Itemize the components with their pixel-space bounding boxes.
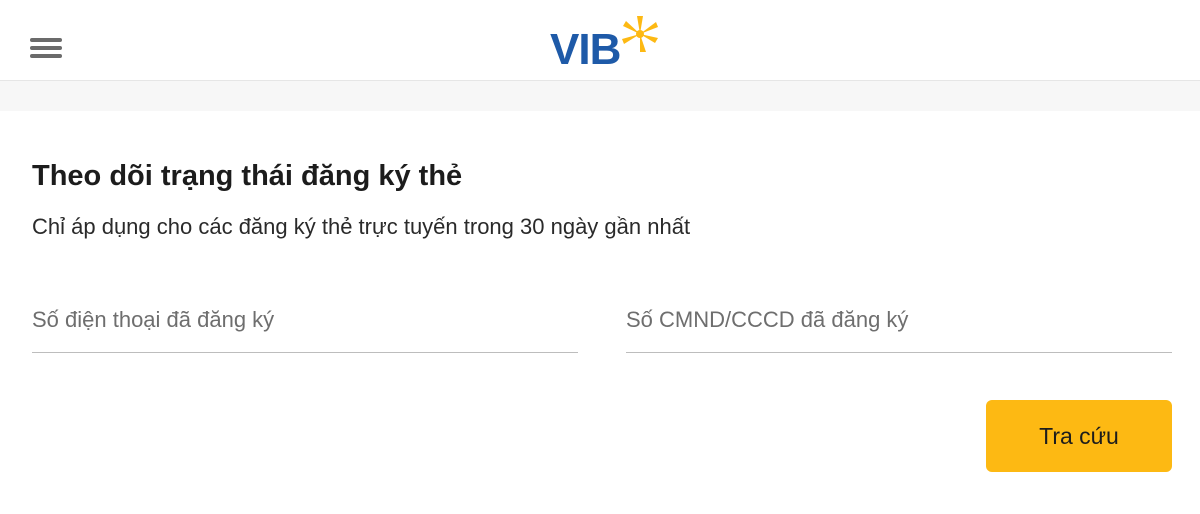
menu-line bbox=[30, 54, 62, 58]
id-number-input[interactable] bbox=[626, 300, 1172, 340]
logo-text: VIB bbox=[550, 25, 621, 74]
id-field-wrapper bbox=[626, 292, 1172, 353]
page-title: Theo dõi trạng thái đăng ký thẻ bbox=[32, 160, 463, 192]
search-button[interactable]: Tra cứu bbox=[986, 400, 1172, 472]
vib-logo[interactable]: VIB bbox=[548, 12, 660, 72]
header-divider-band bbox=[0, 81, 1200, 111]
top-header: VIB bbox=[0, 0, 1200, 81]
phone-field-wrapper bbox=[32, 292, 578, 353]
phone-number-input[interactable] bbox=[32, 300, 578, 340]
menu-line bbox=[30, 46, 62, 50]
logo-star-icon bbox=[622, 16, 658, 52]
hamburger-menu-icon[interactable] bbox=[30, 38, 62, 60]
menu-line bbox=[30, 38, 62, 42]
page-subtitle: Chỉ áp dụng cho các đăng ký thẻ trực tuy… bbox=[32, 214, 691, 239]
